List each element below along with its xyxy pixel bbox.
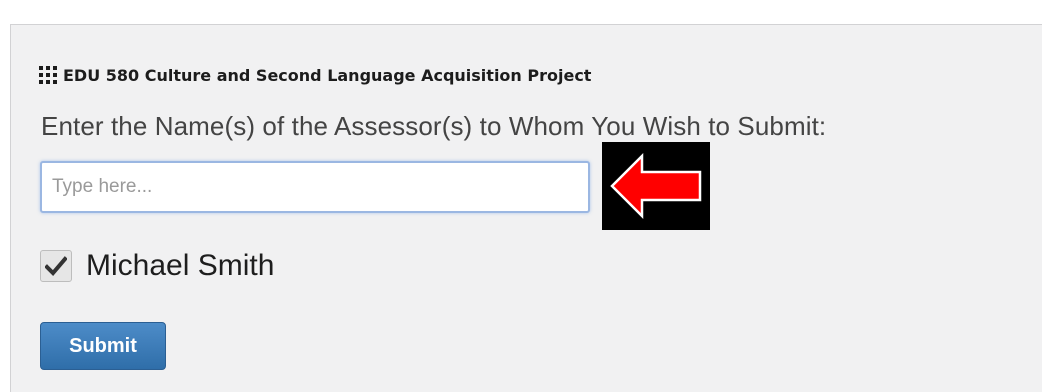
project-title: EDU 580 Culture and Second Language Acqu… bbox=[63, 65, 592, 85]
red-arrow-left-icon bbox=[602, 142, 710, 230]
submit-button[interactable]: Submit bbox=[40, 322, 166, 370]
assessor-checkbox[interactable] bbox=[40, 250, 72, 282]
assessor-search-input[interactable] bbox=[40, 161, 590, 213]
checkmark-icon bbox=[45, 256, 67, 276]
assessor-option[interactable]: Michael Smith bbox=[40, 247, 274, 285]
project-header: EDU 580 Culture and Second Language Acqu… bbox=[39, 63, 591, 87]
assessor-name: Michael Smith bbox=[86, 249, 275, 282]
submission-panel: EDU 580 Culture and Second Language Acqu… bbox=[10, 24, 1042, 392]
assessor-prompt: Enter the Name(s) of the Assessor(s) to … bbox=[41, 111, 827, 141]
grid-icon bbox=[39, 66, 57, 84]
